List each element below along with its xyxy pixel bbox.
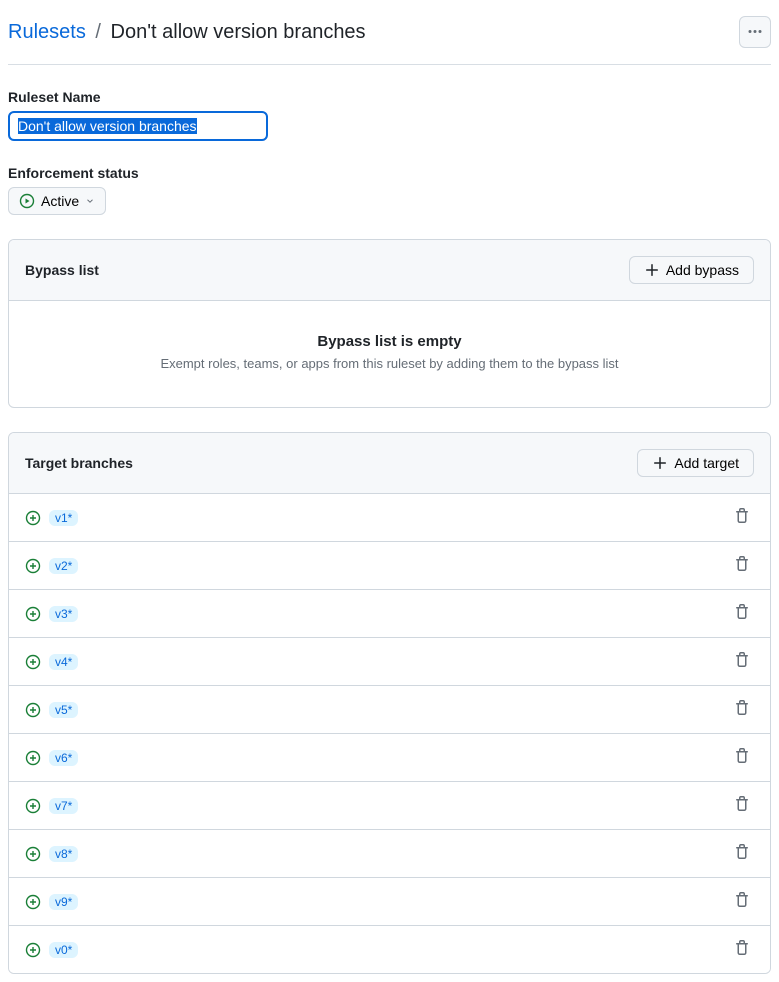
enforcement-status-value: Active: [41, 193, 79, 209]
plus-circle-icon: [25, 846, 41, 862]
play-circle-icon: [19, 193, 35, 209]
breadcrumb-current: Don't allow version branches: [111, 21, 366, 43]
targets-panel: Target branches Add target v1*v2*v3*v4*v…: [8, 432, 771, 974]
enforcement-section: Enforcement status Active: [8, 165, 771, 215]
branch-pattern-tag: v9*: [49, 894, 78, 910]
branch-pattern-tag: v0*: [49, 942, 78, 958]
delete-target-button[interactable]: [730, 936, 754, 963]
delete-target-button[interactable]: [730, 552, 754, 579]
trash-icon: [734, 940, 750, 959]
delete-target-button[interactable]: [730, 696, 754, 723]
delete-target-button[interactable]: [730, 888, 754, 915]
target-row: v4*: [9, 637, 770, 685]
page-header: Rulesets / Don't allow version branches: [8, 8, 771, 65]
branch-pattern-tag: v7*: [49, 798, 78, 814]
ruleset-name-label: Ruleset Name: [8, 89, 771, 105]
target-row: v3*: [9, 589, 770, 637]
more-actions-button[interactable]: [739, 16, 771, 48]
target-row: v7*: [9, 781, 770, 829]
trash-icon: [734, 748, 750, 767]
enforcement-status-dropdown[interactable]: Active: [8, 187, 106, 215]
breadcrumb-root-link[interactable]: Rulesets: [8, 21, 86, 43]
plus-circle-icon: [25, 558, 41, 574]
plus-icon: [644, 262, 660, 278]
breadcrumb-separator: /: [95, 21, 101, 43]
bypass-panel-header: Bypass list Add bypass: [9, 240, 770, 301]
plus-circle-icon: [25, 894, 41, 910]
chevron-down-icon: [85, 196, 95, 206]
trash-icon: [734, 700, 750, 719]
ruleset-name-section: Ruleset Name: [8, 89, 771, 141]
plus-circle-icon: [25, 750, 41, 766]
ruleset-name-input[interactable]: [8, 111, 268, 141]
delete-target-button[interactable]: [730, 792, 754, 819]
trash-icon: [734, 844, 750, 863]
bypass-panel: Bypass list Add bypass Bypass list is em…: [8, 239, 771, 408]
branch-pattern-tag: v4*: [49, 654, 78, 670]
add-bypass-button[interactable]: Add bypass: [629, 256, 754, 284]
delete-target-button[interactable]: [730, 600, 754, 627]
branch-pattern-tag: v3*: [49, 606, 78, 622]
branch-pattern-tag: v2*: [49, 558, 78, 574]
add-target-label: Add target: [674, 455, 739, 471]
targets-list: v1* v2* v3* v4* v5* v6* v7* v8* v9* v0*: [9, 494, 770, 973]
branch-pattern-tag: v8*: [49, 846, 78, 862]
branch-pattern-tag: v1*: [49, 510, 78, 526]
plus-circle-icon: [25, 654, 41, 670]
plus-circle-icon: [25, 702, 41, 718]
bypass-panel-title: Bypass list: [25, 262, 99, 278]
plus-circle-icon: [25, 942, 41, 958]
bypass-empty-state: Bypass list is empty Exempt roles, teams…: [9, 301, 770, 407]
plus-circle-icon: [25, 798, 41, 814]
target-row: v9*: [9, 877, 770, 925]
trash-icon: [734, 652, 750, 671]
target-row: v2*: [9, 541, 770, 589]
targets-panel-title: Target branches: [25, 455, 133, 471]
plus-circle-icon: [25, 510, 41, 526]
breadcrumb: Rulesets / Don't allow version branches: [8, 21, 366, 44]
target-row: v1*: [9, 494, 770, 541]
branch-pattern-tag: v5*: [49, 702, 78, 718]
trash-icon: [734, 604, 750, 623]
trash-icon: [734, 508, 750, 527]
bypass-empty-desc: Exempt roles, teams, or apps from this r…: [25, 356, 754, 371]
delete-target-button[interactable]: [730, 648, 754, 675]
delete-target-button[interactable]: [730, 504, 754, 531]
target-row: v5*: [9, 685, 770, 733]
plus-icon: [652, 455, 668, 471]
delete-target-button[interactable]: [730, 840, 754, 867]
target-row: v6*: [9, 733, 770, 781]
trash-icon: [734, 556, 750, 575]
delete-target-button[interactable]: [730, 744, 754, 771]
target-row: v0*: [9, 925, 770, 973]
add-target-button[interactable]: Add target: [637, 449, 754, 477]
bypass-empty-title: Bypass list is empty: [25, 333, 754, 350]
plus-circle-icon: [25, 606, 41, 622]
trash-icon: [734, 796, 750, 815]
targets-panel-header: Target branches Add target: [9, 433, 770, 494]
branch-pattern-tag: v6*: [49, 750, 78, 766]
kebab-icon: [747, 24, 763, 40]
enforcement-label: Enforcement status: [8, 165, 771, 181]
add-bypass-label: Add bypass: [666, 262, 739, 278]
target-row: v8*: [9, 829, 770, 877]
trash-icon: [734, 892, 750, 911]
